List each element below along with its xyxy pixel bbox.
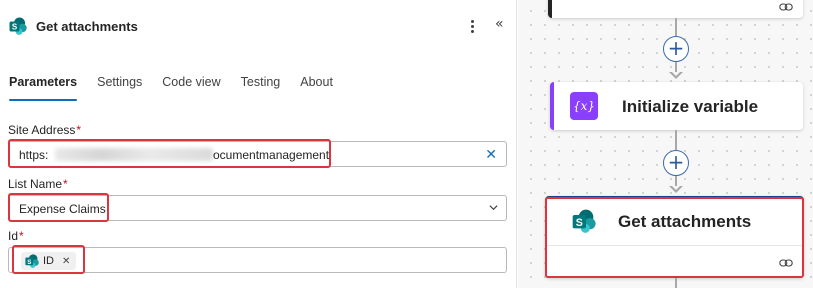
svg-text:S: S [576, 217, 583, 229]
chevron-double-left-icon[interactable]: « [495, 16, 504, 32]
pane-header: S Get attachments « [0, 0, 517, 52]
site-address-value-prefix: https: [19, 148, 49, 162]
token-label: ID [43, 255, 54, 267]
required-mark: * [76, 123, 82, 137]
svg-text:S: S [12, 23, 18, 32]
card-title: Initialize variable [622, 97, 759, 116]
redacted-url-segment [55, 148, 213, 161]
arrow-down-icon [669, 186, 683, 193]
sharepoint-icon: S [572, 209, 596, 233]
remove-token-icon[interactable]: ✕ [62, 256, 70, 267]
tab-parameters[interactable]: Parameters [9, 75, 78, 101]
link-icon [779, 3, 793, 11]
connector-line [675, 176, 677, 186]
sharepoint-icon: S [25, 254, 39, 268]
designer-canvas[interactable]: + {x} Initialize variable + S Get attach… [518, 0, 813, 288]
plus-icon: + [667, 36, 685, 60]
add-step-button[interactable]: + [663, 150, 689, 176]
clear-icon[interactable]: ✕ [485, 147, 497, 163]
id-label-text: Id [8, 229, 19, 243]
plus-icon: + [667, 150, 685, 174]
tab-code-view[interactable]: Code view [162, 75, 220, 101]
connector-line [675, 278, 677, 288]
connector-line [675, 130, 677, 150]
pane-title: Get attachments [36, 19, 138, 34]
required-mark: * [63, 177, 68, 191]
previous-action-card[interactable] [548, 0, 803, 18]
connector-line [675, 62, 677, 72]
tab-testing[interactable]: Testing [241, 75, 281, 101]
svg-text:S: S [27, 259, 31, 266]
id-label: Id* [8, 229, 24, 243]
site-address-label: Site Address* [8, 123, 81, 137]
list-name-value: Expense Claims [19, 202, 106, 216]
connector-line [675, 18, 677, 36]
tab-bar: Parameters Settings Code view Testing Ab… [9, 75, 353, 105]
chevron-down-icon[interactable] [489, 203, 498, 212]
tab-about[interactable]: About [300, 75, 333, 101]
list-name-label: List Name* [8, 177, 68, 191]
arrow-down-icon [669, 72, 683, 79]
required-mark: * [19, 229, 24, 243]
variable-icon: {x} [570, 92, 598, 120]
initialize-variable-card[interactable]: {x} Initialize variable [550, 82, 803, 130]
site-address-input[interactable]: https: ocumentmanagement ✕ [8, 141, 507, 167]
sharepoint-icon: S [9, 17, 27, 35]
add-step-button[interactable]: + [663, 36, 689, 62]
site-address-label-text: Site Address [8, 123, 76, 137]
site-address-value-suffix: ocumentmanagement [213, 148, 330, 162]
get-attachments-card[interactable]: S Get attachments [545, 196, 804, 278]
list-name-dropdown[interactable]: Expense Claims [8, 195, 507, 221]
id-input[interactable]: S ID ✕ [8, 247, 507, 273]
more-vertical-icon[interactable] [466, 17, 478, 35]
dynamic-content-token[interactable]: S ID ✕ [21, 252, 77, 270]
card-title: Get attachments [618, 212, 752, 231]
list-name-label-text: List Name [8, 177, 63, 191]
tab-settings[interactable]: Settings [97, 75, 142, 101]
parameters-pane: S Get attachments « Parameters Settings … [0, 0, 517, 288]
link-icon [779, 259, 793, 267]
card-divider [546, 245, 803, 246]
